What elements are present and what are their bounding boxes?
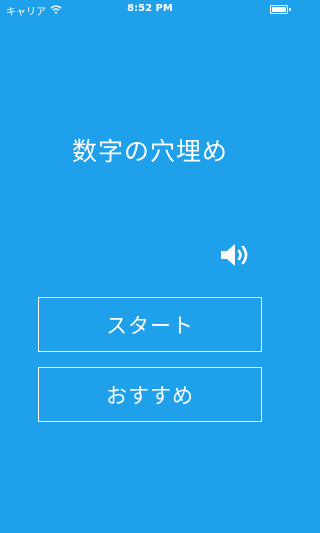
app-title: 数字の穴埋め (71, 137, 228, 166)
battery-icon (270, 5, 292, 14)
speaker-icon[interactable] (218, 240, 252, 270)
status-time: 8:52 PM (127, 3, 173, 14)
recommend-button[interactable]: おすすめ (38, 367, 262, 422)
start-button[interactable]: スタート (38, 297, 262, 352)
status-bar: キャリア 8:52 PM (0, 0, 300, 20)
